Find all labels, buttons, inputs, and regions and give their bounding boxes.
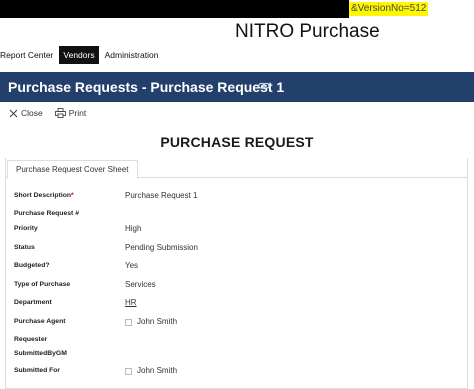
label-purchase-request-number: Purchase Request # (14, 210, 79, 217)
department-link[interactable]: HR (125, 297, 137, 309)
label-type-of-purchase: Type of Purchase (14, 281, 71, 288)
nav-report-center[interactable]: Report Center (0, 46, 57, 64)
value-priority: High (125, 224, 142, 233)
label-budgeted: Budgeted? (14, 262, 50, 269)
tab-cover-sheet[interactable]: Purchase Request Cover Sheet (7, 160, 138, 179)
label-purchase-agent: Purchase Agent (14, 318, 66, 325)
user-checkbox[interactable] (125, 367, 132, 375)
row-submitted-by-gm: SubmittedByGM (14, 348, 464, 360)
row-status: Status Pending Submission (14, 242, 464, 254)
printer-icon (54, 108, 66, 118)
row-requester: Requester (14, 334, 464, 346)
value-purchase-agent: John Smith (125, 316, 177, 328)
row-submitted-for: Submitted For John Smith (14, 365, 464, 377)
url-query-highlight: &VersionNo=512 (349, 2, 429, 16)
label-department: Department (14, 299, 52, 306)
required-marker: * (71, 192, 74, 199)
value-type-of-purchase: Services (125, 280, 156, 289)
page-header: Purchase Requests - Purchase Request 1 (0, 72, 474, 102)
toolbar: Close Print (0, 105, 86, 121)
top-navigation: Report Center Vendors Administration (0, 46, 162, 64)
print-label: Print (68, 108, 87, 118)
row-short-description: Short Description* Purchase Request 1 (14, 190, 464, 202)
app-title: NITRO Purchase (235, 21, 380, 42)
label-priority: Priority (14, 225, 38, 232)
row-department: Department HR (14, 297, 464, 309)
label-status: Status (14, 244, 35, 251)
browser-url-bar[interactable]: &VersionNo=512 (0, 0, 474, 20)
value-short-description: Purchase Request 1 (125, 191, 198, 200)
nav-administration[interactable]: Administration (101, 46, 163, 64)
label-submitted-by-gm: SubmittedByGM (14, 350, 67, 357)
document-title: PURCHASE REQUEST (160, 134, 314, 150)
row-type-of-purchase: Type of Purchase Services (14, 279, 464, 291)
row-priority: Priority High (14, 223, 464, 235)
close-button[interactable]: Close (9, 108, 43, 118)
nav-vendors[interactable]: Vendors (59, 46, 99, 64)
close-icon (9, 109, 18, 117)
row-budgeted: Budgeted? Yes (14, 260, 464, 272)
label-short-description: Short Description* (14, 192, 74, 199)
link-icon[interactable] (258, 81, 270, 91)
value-budgeted: Yes (125, 261, 139, 270)
value-department: HR (125, 297, 137, 309)
label-submitted-for: Submitted For (14, 367, 61, 374)
value-status: Pending Submission (125, 243, 198, 252)
row-purchase-agent: Purchase Agent John Smith (14, 316, 464, 328)
close-label: Close (21, 108, 43, 118)
user-checkbox[interactable] (125, 318, 132, 326)
row-purchase-request-number: Purchase Request # (14, 208, 464, 220)
print-button[interactable]: Print (54, 108, 87, 118)
page-title: Purchase Requests - Purchase Request 1 (8, 79, 285, 95)
label-requester: Requester (14, 336, 48, 343)
redacted-url (0, 0, 349, 18)
value-submitted-for: John Smith (125, 365, 177, 377)
